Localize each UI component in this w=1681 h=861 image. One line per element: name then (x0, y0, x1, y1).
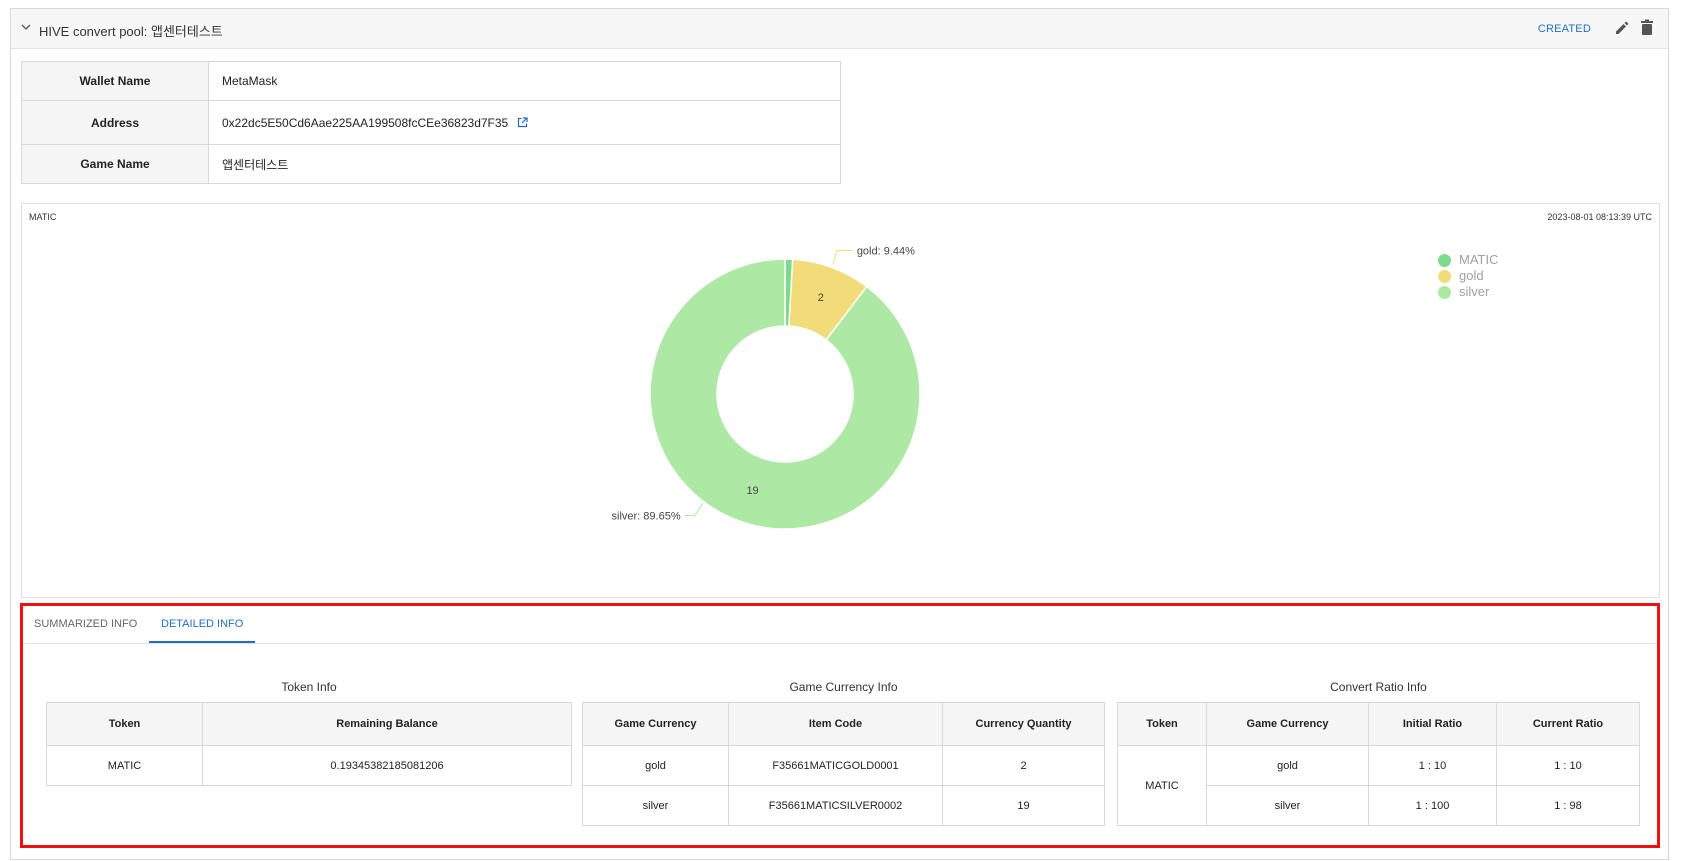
wallet-name-label: Wallet Name (21, 61, 209, 101)
leader-line-gold (832, 250, 853, 265)
wallet-info-table: Wallet Name MetaMask Address 0x22dc5E50C… (21, 61, 841, 184)
status-badge: CREATED (1537, 23, 1591, 35)
wallet-row-name: Wallet Name MetaMask (21, 61, 841, 101)
donut-value-label-silver: 19 (746, 485, 758, 497)
panel-header[interactable]: HIVE convert pool: 앱센터테스트 CREATED (11, 9, 1668, 49)
legend-item-matic[interactable]: MATIC (1438, 252, 1498, 268)
address-label: Address (21, 100, 209, 145)
legend-dot-silver (1438, 285, 1451, 299)
chevron-down-icon[interactable] (21, 22, 31, 32)
legend-item-silver[interactable]: silver (1438, 284, 1498, 300)
address-cell: 0x22dc5E50Cd6Aae225AA199508fcCEe36823d7F… (208, 100, 841, 145)
donut-chart: 2 19 gold: 9.44% silver: 89.65% (612, 246, 921, 530)
address-value: 0x22dc5E50Cd6Aae225AA199508fcCEe36823d7F… (222, 115, 509, 130)
legend-item-gold[interactable]: gold (1438, 268, 1498, 284)
legend-dot-gold (1438, 269, 1451, 283)
donut-value-label-gold: 2 (818, 292, 824, 304)
chart-legend: MATIC gold silver (1438, 252, 1498, 300)
game-name-value: 앱센터테스트 (208, 144, 841, 184)
outer-label-silver: silver: 89.65% (612, 510, 681, 522)
trash-icon[interactable] (1640, 19, 1654, 36)
outer-label-gold: gold: 9.44% (857, 246, 915, 258)
donut-slice-silver[interactable] (649, 258, 921, 530)
legend-label-silver: silver (1459, 284, 1490, 299)
wallet-row-address: Address 0x22dc5E50Cd6Aae225AA199508fcCEe… (21, 100, 841, 145)
panel-title: HIVE convert pool: 앱센터테스트 (39, 24, 223, 39)
chart-container: MATIC 2023-08-01 08:13:39 UTC 2 19 gold: 9… (21, 203, 1660, 598)
leader-line-silver (684, 503, 704, 516)
legend-dot-matic (1438, 253, 1451, 267)
external-link-icon[interactable] (517, 116, 528, 128)
wallet-row-game: Game Name 앱센터테스트 (21, 144, 841, 184)
game-name-label: Game Name (21, 144, 209, 184)
pencil-icon[interactable] (1614, 20, 1630, 36)
wallet-name-value: MetaMask (208, 61, 841, 101)
legend-label-gold: gold (1459, 268, 1484, 283)
legend-label-matic: MATIC (1459, 252, 1499, 267)
detail-section-highlight (20, 603, 1660, 848)
